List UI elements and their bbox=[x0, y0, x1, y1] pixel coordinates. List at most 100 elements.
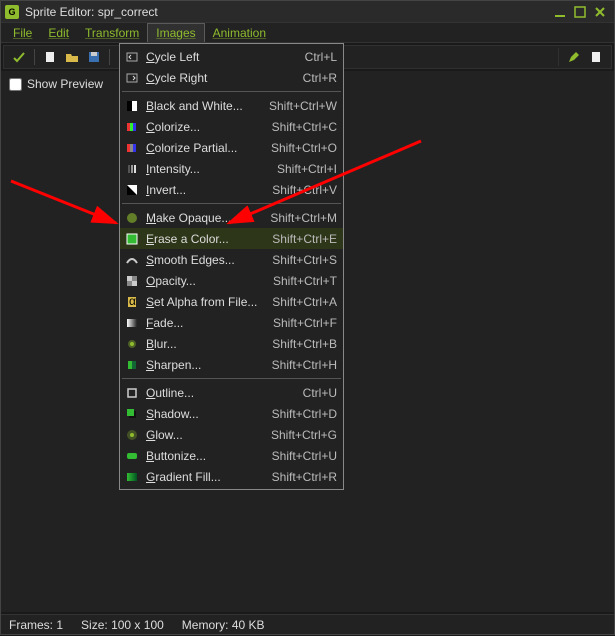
menu-item-shortcut: Shift+Ctrl+A bbox=[267, 295, 337, 309]
maximize-button[interactable] bbox=[570, 4, 590, 20]
menu-item-label: Colorize... bbox=[146, 120, 267, 134]
menu-item-smooth-edges[interactable]: Smooth Edges...Shift+Ctrl+S bbox=[120, 249, 343, 270]
menu-edit[interactable]: Edit bbox=[40, 23, 77, 42]
menu-item-black-and-white[interactable]: Black and White...Shift+Ctrl+W bbox=[120, 95, 343, 116]
menu-item-shortcut: Shift+Ctrl+H bbox=[267, 358, 337, 372]
menu-item-label: Outline... bbox=[146, 386, 267, 400]
blank-doc-button[interactable] bbox=[587, 48, 605, 66]
menu-item-label: Glow... bbox=[146, 428, 267, 442]
menu-item-shortcut: Shift+Ctrl+O bbox=[267, 141, 337, 155]
menu-item-shortcut: Shift+Ctrl+W bbox=[267, 99, 337, 113]
colorize-icon bbox=[124, 119, 140, 135]
gradient-icon bbox=[124, 469, 140, 485]
window-title: Sprite Editor: spr_correct bbox=[25, 5, 550, 19]
images-dropdown: Cycle LeftCtrl+LCycle RightCtrl+RBlack a… bbox=[119, 43, 344, 490]
intensity-icon bbox=[124, 161, 140, 177]
menu-item-label: Smooth Edges... bbox=[146, 253, 267, 267]
edit-button[interactable] bbox=[565, 48, 583, 66]
menu-item-label: Erase a Color... bbox=[146, 232, 267, 246]
invert-icon bbox=[124, 182, 140, 198]
menu-item-make-opaque[interactable]: Make Opaque...Shift+Ctrl+M bbox=[120, 207, 343, 228]
menu-item-set-alpha-from-file[interactable]: α Set Alpha from File...Shift+Ctrl+A bbox=[120, 291, 343, 312]
blur-icon bbox=[124, 336, 140, 352]
shadow-icon bbox=[124, 406, 140, 422]
menu-transform[interactable]: Transform bbox=[77, 23, 147, 42]
menu-item-shortcut: Shift+Ctrl+M bbox=[267, 211, 337, 225]
menu-item-cycle-right[interactable]: Cycle RightCtrl+R bbox=[120, 67, 343, 88]
fade-icon bbox=[124, 315, 140, 331]
confirm-button[interactable] bbox=[10, 48, 28, 66]
menu-item-glow[interactable]: Glow...Shift+Ctrl+G bbox=[120, 424, 343, 445]
opaque-icon bbox=[124, 210, 140, 226]
show-preview-input[interactable] bbox=[9, 78, 22, 91]
menu-item-label: Opacity... bbox=[146, 274, 267, 288]
cycle-left-icon bbox=[124, 49, 140, 65]
menu-item-label: Gradient Fill... bbox=[146, 470, 267, 484]
minimize-button[interactable] bbox=[550, 4, 570, 20]
menu-separator bbox=[122, 378, 341, 379]
status-bar: Frames: 1 Size: 100 x 100 Memory: 40 KB bbox=[1, 614, 614, 634]
menu-item-label: Shadow... bbox=[146, 407, 267, 421]
status-frames: Frames: 1 bbox=[9, 618, 63, 632]
menu-item-shortcut: Ctrl+R bbox=[267, 71, 337, 85]
show-preview-label: Show Preview bbox=[27, 77, 103, 91]
title-bar: G Sprite Editor: spr_correct bbox=[1, 1, 614, 23]
open-button[interactable] bbox=[63, 48, 81, 66]
menu-item-cycle-left[interactable]: Cycle LeftCtrl+L bbox=[120, 46, 343, 67]
menu-images[interactable]: Images bbox=[147, 23, 204, 42]
menu-item-label: Sharpen... bbox=[146, 358, 267, 372]
glow-icon bbox=[124, 427, 140, 443]
menu-item-erase-a-color[interactable]: Erase a Color...Shift+Ctrl+E bbox=[120, 228, 343, 249]
menu-bar: File Edit Transform Images Animation bbox=[1, 23, 614, 43]
cycle-right-icon bbox=[124, 70, 140, 86]
buttonize-icon bbox=[124, 448, 140, 464]
menu-item-shortcut: Shift+Ctrl+T bbox=[267, 274, 337, 288]
menu-item-shortcut: Shift+Ctrl+I bbox=[267, 162, 337, 176]
menu-item-invert[interactable]: Invert...Shift+Ctrl+V bbox=[120, 179, 343, 200]
close-button[interactable] bbox=[590, 4, 610, 20]
save-button[interactable] bbox=[85, 48, 103, 66]
menu-item-shortcut: Shift+Ctrl+S bbox=[267, 253, 337, 267]
menu-item-shortcut: Shift+Ctrl+V bbox=[267, 183, 337, 197]
sharpen-icon bbox=[124, 357, 140, 373]
svg-text:α: α bbox=[129, 295, 136, 308]
menu-item-label: Invert... bbox=[146, 183, 267, 197]
menu-item-shortcut: Shift+Ctrl+D bbox=[267, 407, 337, 421]
menu-animation[interactable]: Animation bbox=[205, 23, 274, 42]
menu-item-blur[interactable]: Blur...Shift+Ctrl+B bbox=[120, 333, 343, 354]
menu-item-shortcut: Shift+Ctrl+R bbox=[267, 470, 337, 484]
menu-item-label: Blur... bbox=[146, 337, 267, 351]
menu-item-shortcut: Shift+Ctrl+G bbox=[267, 428, 337, 442]
app-icon: G bbox=[5, 5, 19, 19]
menu-item-shadow[interactable]: Shadow...Shift+Ctrl+D bbox=[120, 403, 343, 424]
separator bbox=[34, 49, 35, 65]
menu-item-fade[interactable]: Fade...Shift+Ctrl+F bbox=[120, 312, 343, 333]
menu-item-colorize-partial[interactable]: Colorize Partial...Shift+Ctrl+O bbox=[120, 137, 343, 158]
status-memory: Memory: 40 KB bbox=[182, 618, 265, 632]
menu-item-label: Intensity... bbox=[146, 162, 267, 176]
outline-icon bbox=[124, 385, 140, 401]
menu-item-outline[interactable]: Outline...Ctrl+U bbox=[120, 382, 343, 403]
smooth-icon bbox=[124, 252, 140, 268]
menu-item-sharpen[interactable]: Sharpen...Shift+Ctrl+H bbox=[120, 354, 343, 375]
show-preview-checkbox[interactable]: Show Preview bbox=[9, 77, 103, 91]
menu-item-buttonize[interactable]: Buttonize...Shift+Ctrl+U bbox=[120, 445, 343, 466]
menu-item-colorize[interactable]: Colorize...Shift+Ctrl+C bbox=[120, 116, 343, 137]
separator bbox=[109, 49, 110, 65]
menu-item-label: Cycle Left bbox=[146, 50, 267, 64]
menu-item-label: Make Opaque... bbox=[146, 211, 267, 225]
bw-icon bbox=[124, 98, 140, 114]
menu-item-shortcut: Shift+Ctrl+U bbox=[267, 449, 337, 463]
colorize-partial-icon bbox=[124, 140, 140, 156]
menu-item-gradient-fill[interactable]: Gradient Fill...Shift+Ctrl+R bbox=[120, 466, 343, 487]
menu-item-label: Set Alpha from File... bbox=[146, 295, 267, 309]
menu-item-label: Cycle Right bbox=[146, 71, 267, 85]
opacity-icon bbox=[124, 273, 140, 289]
menu-item-opacity[interactable]: Opacity...Shift+Ctrl+T bbox=[120, 270, 343, 291]
menu-file[interactable]: File bbox=[5, 23, 40, 42]
new-button[interactable] bbox=[41, 48, 59, 66]
menu-separator bbox=[122, 203, 341, 204]
menu-item-intensity[interactable]: Intensity...Shift+Ctrl+I bbox=[120, 158, 343, 179]
erase-color-icon bbox=[124, 231, 140, 247]
menu-item-shortcut: Shift+Ctrl+C bbox=[267, 120, 337, 134]
